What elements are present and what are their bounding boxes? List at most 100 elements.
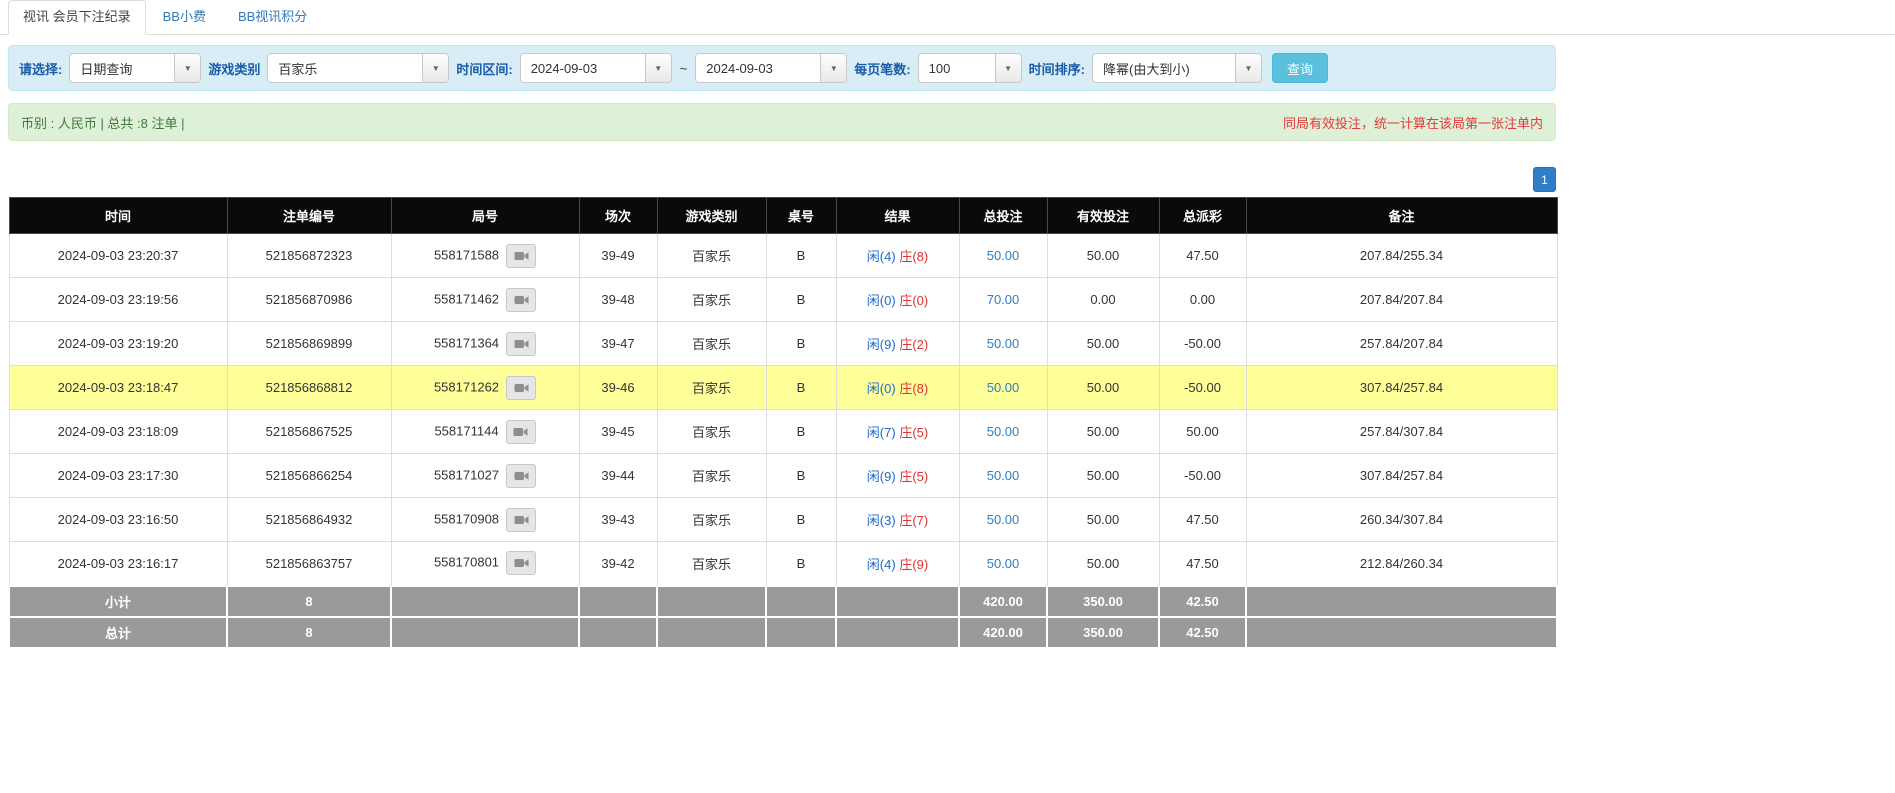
chevron-down-icon[interactable]: ▼ (820, 54, 846, 82)
query-button[interactable]: 查询 (1272, 53, 1328, 83)
page-size-value: 100 (919, 54, 995, 82)
sort-order-value: 降幂(由大到小) (1093, 54, 1235, 82)
cell-game-type: 百家乐 (657, 410, 766, 454)
cell-bet-id: 521856870986 (227, 278, 391, 322)
date-to-select[interactable]: 2024-09-03 ▼ (695, 53, 847, 83)
cell-time: 2024-09-03 23:20:37 (9, 234, 227, 278)
table-row: 2024-09-03 23:18:09521856867525558171144… (9, 410, 1557, 454)
subtotal-count: 8 (227, 586, 391, 617)
cell-payout: 47.50 (1159, 542, 1246, 586)
subtotal-label: 小计 (9, 586, 227, 617)
total-total-bet: 420.00 (959, 617, 1047, 648)
cell-time: 2024-09-03 23:18:47 (9, 366, 227, 410)
video-replay-button[interactable] (506, 244, 536, 268)
chevron-down-icon[interactable]: ▼ (645, 54, 671, 82)
cell-round-id: 558171588 (391, 234, 579, 278)
query-type-select[interactable]: 日期查询 ▼ (69, 53, 201, 83)
cell-total-bet: 50.00 (959, 410, 1047, 454)
cell-session: 39-46 (579, 366, 657, 410)
video-replay-button[interactable] (506, 464, 536, 488)
page-1-button[interactable]: 1 (1533, 167, 1556, 192)
total-bet-link[interactable]: 50.00 (987, 248, 1020, 263)
cell-payout: 47.50 (1159, 234, 1246, 278)
cell-note: 307.84/257.84 (1246, 454, 1557, 498)
cell-payout: -50.00 (1159, 454, 1246, 498)
cell-result: 闲(7) 庄(5) (836, 410, 959, 454)
cell-payout: -50.00 (1159, 366, 1246, 410)
total-empty (657, 617, 766, 648)
date-from-select[interactable]: 2024-09-03 ▼ (520, 53, 672, 83)
cell-valid-bet: 50.00 (1047, 322, 1159, 366)
round-id-text: 558170801 (434, 555, 499, 570)
cell-note: 257.84/207.84 (1246, 322, 1557, 366)
header-payout: 总派彩 (1159, 198, 1246, 234)
table-row: 2024-09-03 23:16:50521856864932558170908… (9, 498, 1557, 542)
total-bet-link[interactable]: 50.00 (987, 424, 1020, 439)
game-type-label: 游戏类别 (208, 59, 260, 78)
page-size-label: 每页笔数: (854, 59, 910, 78)
chevron-down-icon[interactable]: ▼ (1235, 54, 1261, 82)
video-replay-button[interactable] (506, 420, 536, 444)
video-replay-button[interactable] (506, 288, 536, 312)
round-id-text: 558170908 (434, 511, 499, 526)
cell-total-bet: 50.00 (959, 322, 1047, 366)
total-bet-link[interactable]: 70.00 (987, 292, 1020, 307)
video-replay-button[interactable] (506, 376, 536, 400)
cell-table-no: B (766, 366, 836, 410)
table-row: 2024-09-03 23:18:47521856868812558171262… (9, 366, 1557, 410)
total-bet-link[interactable]: 50.00 (987, 468, 1020, 483)
total-bet-link[interactable]: 50.00 (987, 380, 1020, 395)
result-banker: 庄(5) (899, 469, 928, 484)
tab-bb-tips[interactable]: BB小费 (148, 0, 221, 35)
result-player: 闲(7) (867, 425, 896, 440)
total-row: 总计 8 420.00 350.00 42.50 (9, 617, 1557, 648)
header-session: 场次 (579, 198, 657, 234)
tab-video-bet-records[interactable]: 视讯 会员下注纪录 (8, 0, 146, 35)
cell-valid-bet: 50.00 (1047, 366, 1159, 410)
cell-valid-bet: 50.00 (1047, 454, 1159, 498)
table-header-row: 时间 注单编号 局号 场次 游戏类别 桌号 结果 总投注 有效投注 总派彩 备注 (9, 198, 1557, 234)
total-bet-link[interactable]: 50.00 (987, 556, 1020, 571)
chevron-down-icon[interactable]: ▼ (174, 54, 200, 82)
video-camera-icon (514, 382, 529, 394)
chevron-down-icon[interactable]: ▼ (422, 54, 448, 82)
total-bet-link[interactable]: 50.00 (987, 336, 1020, 351)
round-id-text: 558171364 (434, 335, 499, 350)
cell-round-id: 558170801 (391, 542, 579, 586)
result-banker: 庄(7) (899, 513, 928, 528)
total-count: 8 (227, 617, 391, 648)
subtotal-empty (1246, 586, 1557, 617)
subtotal-payout: 42.50 (1159, 586, 1246, 617)
cell-game-type: 百家乐 (657, 278, 766, 322)
query-type-value: 日期查询 (70, 54, 174, 82)
video-replay-button[interactable] (506, 508, 536, 532)
cell-result: 闲(9) 庄(5) (836, 454, 959, 498)
tab-bb-video-points[interactable]: BB视讯积分 (223, 0, 322, 35)
date-to-value: 2024-09-03 (696, 54, 820, 82)
round-id-text: 558171144 (434, 423, 498, 438)
cell-round-id: 558171462 (391, 278, 579, 322)
total-bet-link[interactable]: 50.00 (987, 512, 1020, 527)
header-bet-id: 注单编号 (227, 198, 391, 234)
cell-result: 闲(0) 庄(0) (836, 278, 959, 322)
video-camera-icon (514, 514, 529, 526)
cell-total-bet: 50.00 (959, 234, 1047, 278)
chevron-down-icon[interactable]: ▼ (995, 54, 1021, 82)
page-size-select[interactable]: 100 ▼ (918, 53, 1022, 83)
cell-table-no: B (766, 454, 836, 498)
result-banker: 庄(8) (899, 381, 928, 396)
cell-note: 257.84/307.84 (1246, 410, 1557, 454)
result-player: 闲(4) (867, 249, 896, 264)
round-id-text: 558171262 (434, 379, 499, 394)
sort-order-select[interactable]: 降幂(由大到小) ▼ (1092, 53, 1262, 83)
video-replay-button[interactable] (506, 332, 536, 356)
cell-bet-id: 521856863757 (227, 542, 391, 586)
header-note: 备注 (1246, 198, 1557, 234)
cell-session: 39-49 (579, 234, 657, 278)
subtotal-empty (391, 586, 579, 617)
tab-bar: 视讯 会员下注纪录 BB小费 BB视讯积分 (0, 0, 1895, 35)
video-replay-button[interactable] (506, 551, 536, 575)
subtotal-valid-bet: 350.00 (1047, 586, 1159, 617)
game-type-select[interactable]: 百家乐 ▼ (267, 53, 449, 83)
subtotal-empty (657, 586, 766, 617)
